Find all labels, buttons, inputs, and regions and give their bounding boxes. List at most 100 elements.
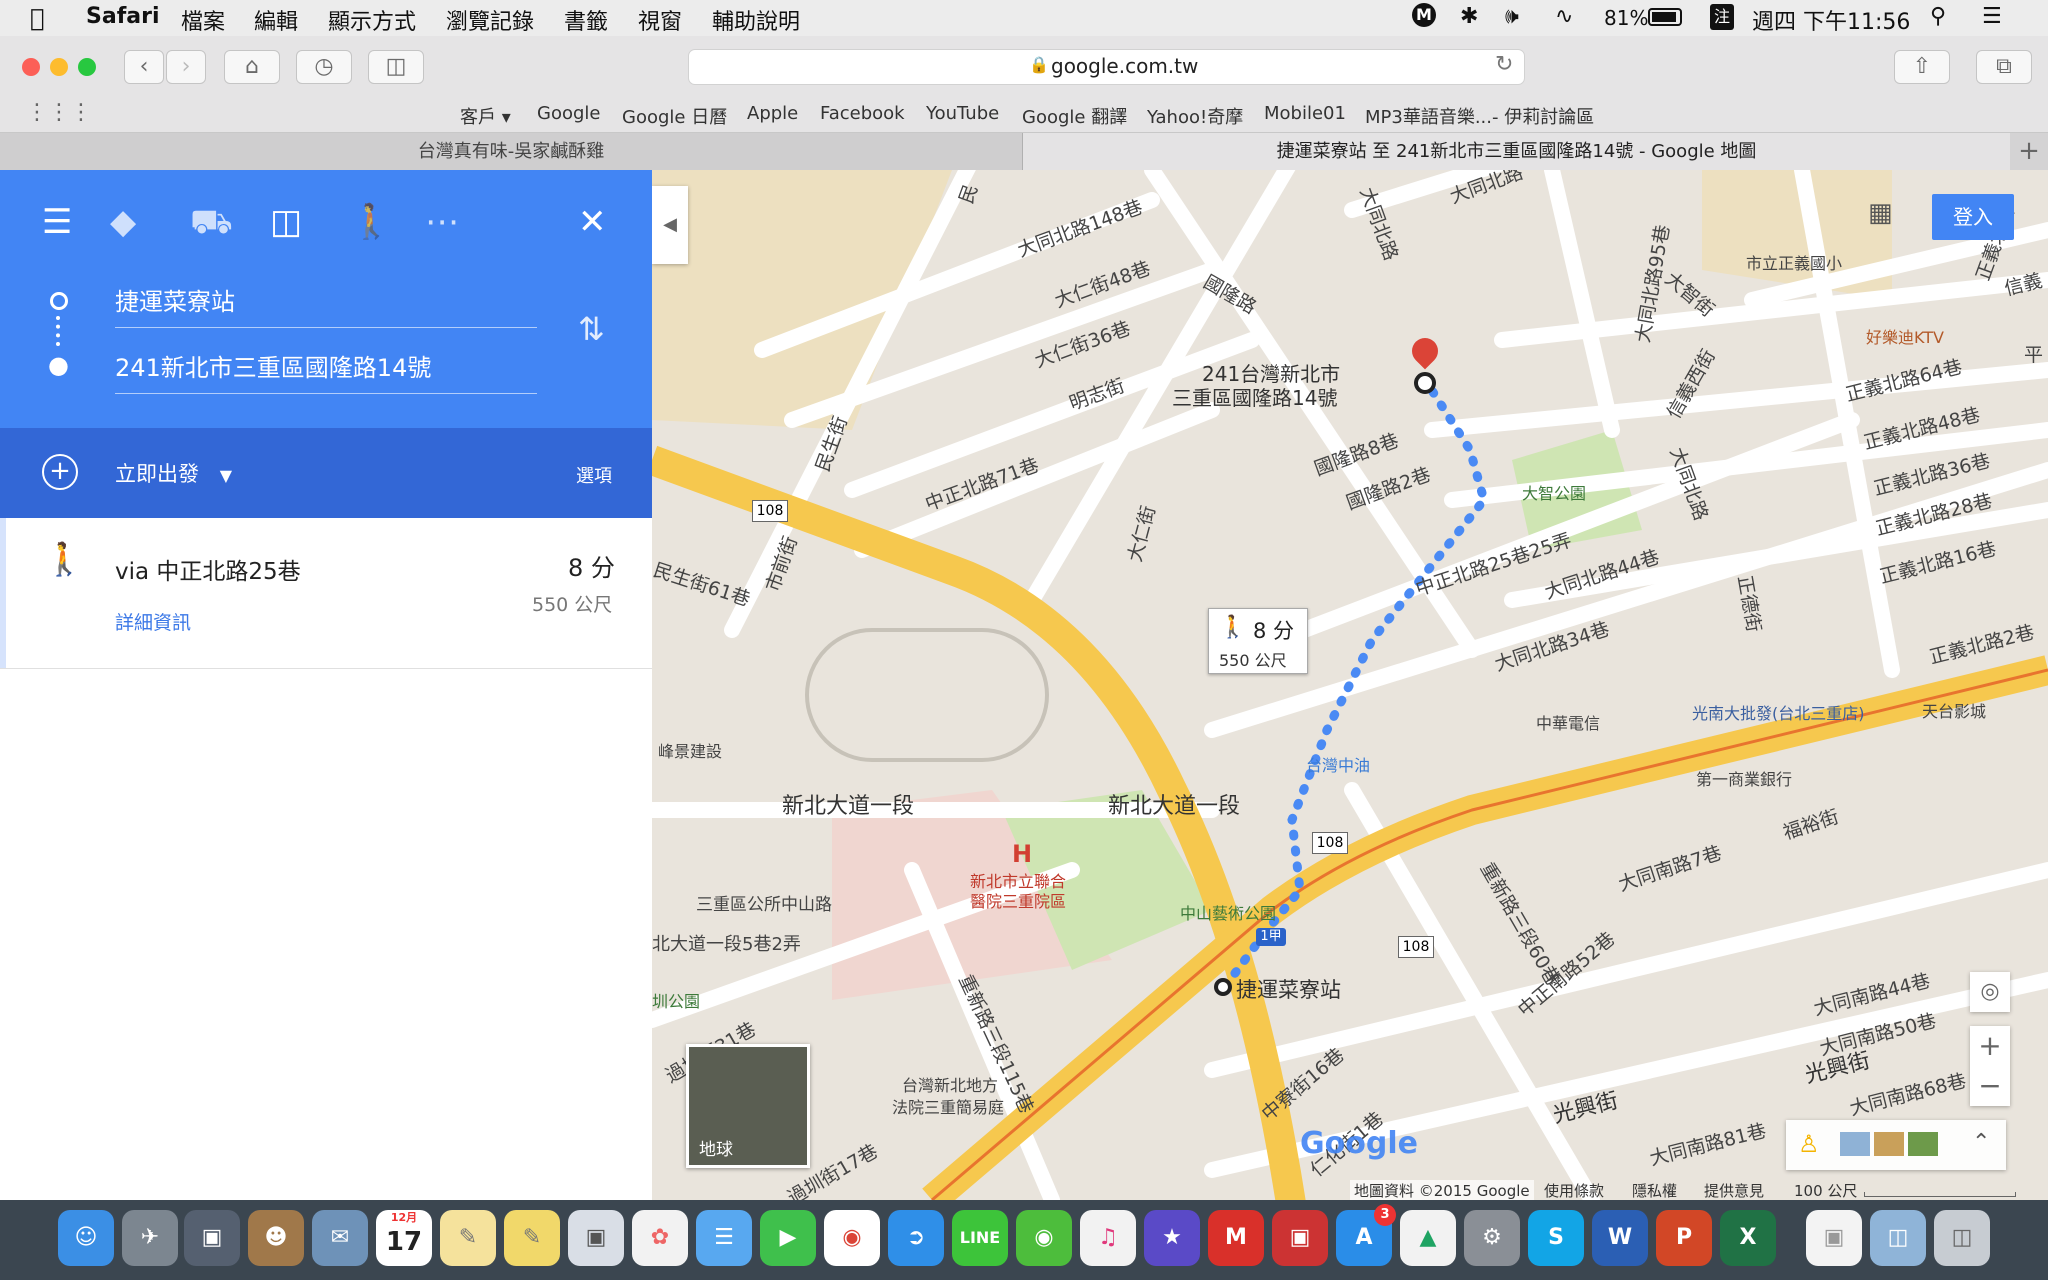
document-icon[interactable]: ▣	[1806, 1210, 1862, 1266]
swap-icon[interactable]: ⇅	[578, 310, 605, 348]
bluetooth-icon[interactable]: ✱	[1460, 4, 1478, 29]
menu-bookmarks[interactable]: 書籤	[564, 4, 608, 36]
preview-icon[interactable]: ▣	[568, 1210, 624, 1266]
bookmark-mp3[interactable]: MP3華語音樂...- 伊莉討論區	[1365, 103, 1594, 129]
route-callout[interactable]: 🚶 8 分 550 公尺	[1208, 608, 1308, 674]
add-destination-icon[interactable]: +	[42, 454, 78, 490]
menu-help[interactable]: 輔助說明	[712, 4, 800, 36]
tab-food[interactable]: 台灣真有味-吳家鹹酥雞	[0, 133, 1023, 170]
bookmark-mobile01[interactable]: Mobile01	[1264, 103, 1346, 124]
apps-grid-icon[interactable]: ⋮⋮⋮	[26, 100, 92, 125]
bookmark-yahoo[interactable]: Yahoo!奇摩	[1147, 103, 1243, 129]
facetime-icon[interactable]: ▶	[760, 1210, 816, 1266]
bookmark-facebook[interactable]: Facebook	[820, 103, 905, 124]
clock[interactable]: 週四 下午11:56	[1752, 4, 1910, 36]
menu-window[interactable]: 視窗	[638, 4, 682, 36]
system-preferences-icon[interactable]: ⚙	[1464, 1210, 1520, 1266]
bookmark-clients[interactable]: 客戶 ▾	[460, 103, 511, 129]
menu-file[interactable]: 檔案	[181, 4, 225, 36]
walk-icon[interactable]: 🚶	[350, 202, 392, 242]
finder-icon[interactable]: ☺	[58, 1210, 114, 1266]
app-menu-safari[interactable]: Safari	[86, 4, 160, 29]
mmail-icon[interactable]: M	[1208, 1210, 1264, 1266]
menu-icon[interactable]: ☰	[42, 202, 72, 242]
reload-icon[interactable]: ↻	[1495, 52, 1513, 77]
messages-icon[interactable]: ☰	[696, 1210, 752, 1266]
address-bar[interactable]: 🔒 google.com.tw ↻	[688, 49, 1525, 85]
bookmark-google[interactable]: Google	[537, 103, 600, 124]
bookmark-youtube[interactable]: YouTube	[926, 103, 999, 124]
more-modes-icon[interactable]: ⋯	[425, 202, 459, 242]
expand-icon[interactable]: ⌃	[1972, 1130, 1990, 1155]
minimize-window-button[interactable]	[50, 58, 68, 76]
details-link[interactable]: 詳細資訊	[115, 608, 191, 635]
bookmark-apple[interactable]: Apple	[747, 103, 798, 124]
depart-now-dropdown[interactable]: 立即出發 ▼	[115, 458, 232, 488]
sign-in-button[interactable]: 登入	[1932, 194, 2014, 240]
tabs-overview-button[interactable]: ⧉	[1976, 50, 2032, 84]
destination-input[interactable]: 241新北市三重區國隆路14號	[115, 348, 537, 394]
skype-icon[interactable]: S	[1528, 1210, 1584, 1266]
photo-thumbnail[interactable]	[1874, 1132, 1904, 1156]
system-icon[interactable]: ▣	[184, 1210, 240, 1266]
excel-icon[interactable]: X	[1720, 1210, 1776, 1266]
bookmark-google-calendar[interactable]: Google 日曆	[622, 103, 727, 129]
chrome-icon[interactable]: ◉	[824, 1210, 880, 1266]
sidebar-toggle-button[interactable]: ◫	[368, 50, 424, 84]
menu-edit[interactable]: 編輯	[254, 4, 298, 36]
transit-icon[interactable]: ◫	[270, 202, 302, 242]
earth-view-toggle[interactable]: 地球	[686, 1044, 810, 1168]
share-button[interactable]: ⇧	[1894, 50, 1950, 84]
google-drive-icon[interactable]: ▲	[1400, 1210, 1456, 1266]
history-button[interactable]: ◷	[296, 50, 352, 84]
photo-thumbnail[interactable]	[1908, 1132, 1938, 1156]
photos-icon[interactable]: ✿	[632, 1210, 688, 1266]
stickies-icon[interactable]: ✎	[504, 1210, 560, 1266]
my-location-icon[interactable]: ◎	[1970, 972, 2010, 1012]
route-card[interactable]: 🚶 via 中正北路25巷 8 分 550 公尺 詳細資訊	[0, 518, 652, 669]
photo-thumbnail[interactable]	[1840, 1132, 1870, 1156]
destination-marker-icon[interactable]	[1414, 372, 1436, 394]
close-directions-icon[interactable]: ✕	[578, 202, 607, 242]
tab-google-maps[interactable]: 捷運菜寮站 至 241新北市三重區國隆路14號 - Google 地圖	[1023, 133, 2010, 170]
collapse-panel-button[interactable]: ◀	[652, 186, 688, 264]
menu-view[interactable]: 顯示方式	[328, 4, 416, 36]
wifi-icon[interactable]: ∿	[1555, 4, 1573, 29]
trash-icon[interactable]: ◫	[1934, 1210, 1990, 1266]
options-button[interactable]: 選項	[576, 462, 612, 488]
status-app-icon[interactable]: M	[1412, 3, 1436, 27]
back-button[interactable]: ‹	[124, 50, 164, 84]
wechat-icon[interactable]: ◉	[1016, 1210, 1072, 1266]
apps-grid-icon[interactable]: ▦	[1868, 198, 1893, 228]
spotlight-icon[interactable]: ⚲	[1930, 4, 1946, 29]
new-tab-button[interactable]: +	[2010, 133, 2048, 170]
word-icon[interactable]: W	[1592, 1210, 1648, 1266]
mail-icon[interactable]: ✉	[312, 1210, 368, 1266]
calendar-icon[interactable]: 12月 17	[376, 1210, 432, 1266]
zoom-window-button[interactable]	[78, 58, 96, 76]
volume-icon[interactable]: 🕪	[1505, 4, 1519, 29]
zoom-out-button[interactable]: −	[1970, 1066, 2010, 1106]
imagery-strip[interactable]: ♙ ⌃	[1786, 1120, 2006, 1170]
launchpad-icon[interactable]: ✈	[122, 1210, 178, 1266]
best-route-icon[interactable]: ◆	[110, 202, 136, 242]
origin-marker-icon[interactable]	[1214, 978, 1232, 996]
forward-button[interactable]: ›	[166, 50, 206, 84]
terms-link[interactable]: 使用條款	[1544, 1180, 1604, 1200]
origin-input[interactable]: 捷運菜寮站	[115, 282, 537, 328]
input-method-icon[interactable]: 注	[1710, 4, 1734, 30]
powerpoint-icon[interactable]: P	[1656, 1210, 1712, 1266]
feedback-link[interactable]: 提供意見	[1704, 1180, 1764, 1200]
line-icon[interactable]: LINE	[952, 1210, 1008, 1266]
home-button[interactable]: ⌂	[224, 50, 280, 84]
battery-icon[interactable]	[1648, 8, 1682, 26]
bookmark-google-translate[interactable]: Google 翻譯	[1022, 103, 1127, 129]
map-canvas[interactable]: 大同北路148巷 大仁街48巷 大仁街36巷 明志街 國隆路 國隆路8巷 國隆路…	[652, 170, 2048, 1200]
close-window-button[interactable]	[22, 58, 40, 76]
itunes-icon[interactable]: ♫	[1080, 1210, 1136, 1266]
safari-icon[interactable]: ➲	[888, 1210, 944, 1266]
notification-center-icon[interactable]: ☰	[1982, 4, 2002, 29]
hospital-icon[interactable]: H	[1012, 840, 1032, 868]
contacts-icon[interactable]: ☻	[248, 1210, 304, 1266]
privacy-link[interactable]: 隱私權	[1632, 1180, 1677, 1200]
